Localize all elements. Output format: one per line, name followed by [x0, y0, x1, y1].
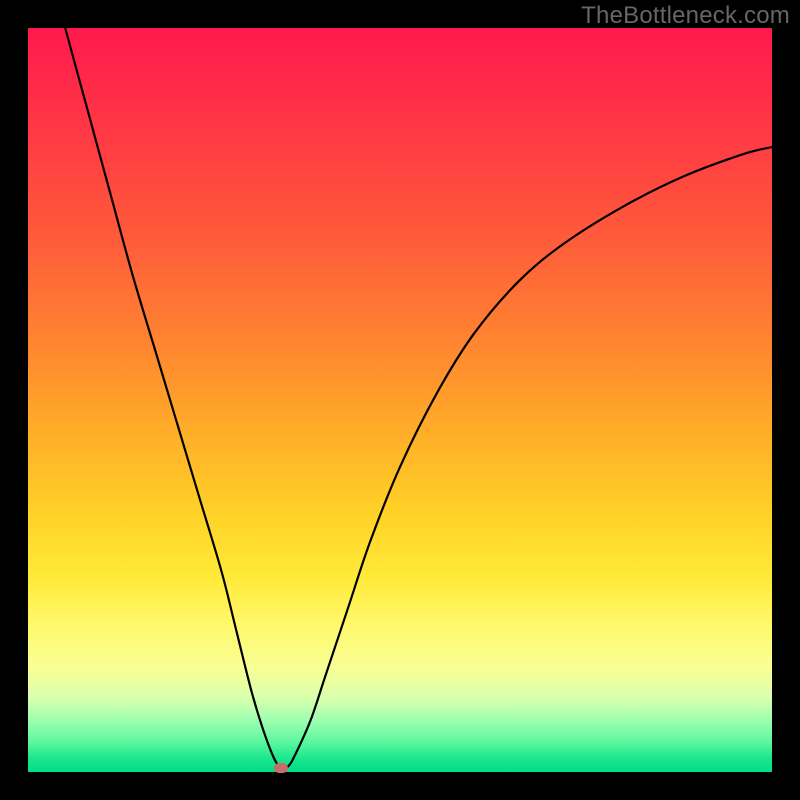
bottleneck-curve-path	[65, 28, 772, 769]
chart-container: TheBottleneck.com	[0, 0, 800, 800]
min-marker	[274, 763, 288, 773]
plot-area	[28, 28, 772, 772]
curve-svg	[28, 28, 772, 772]
watermark-text: TheBottleneck.com	[581, 2, 790, 30]
